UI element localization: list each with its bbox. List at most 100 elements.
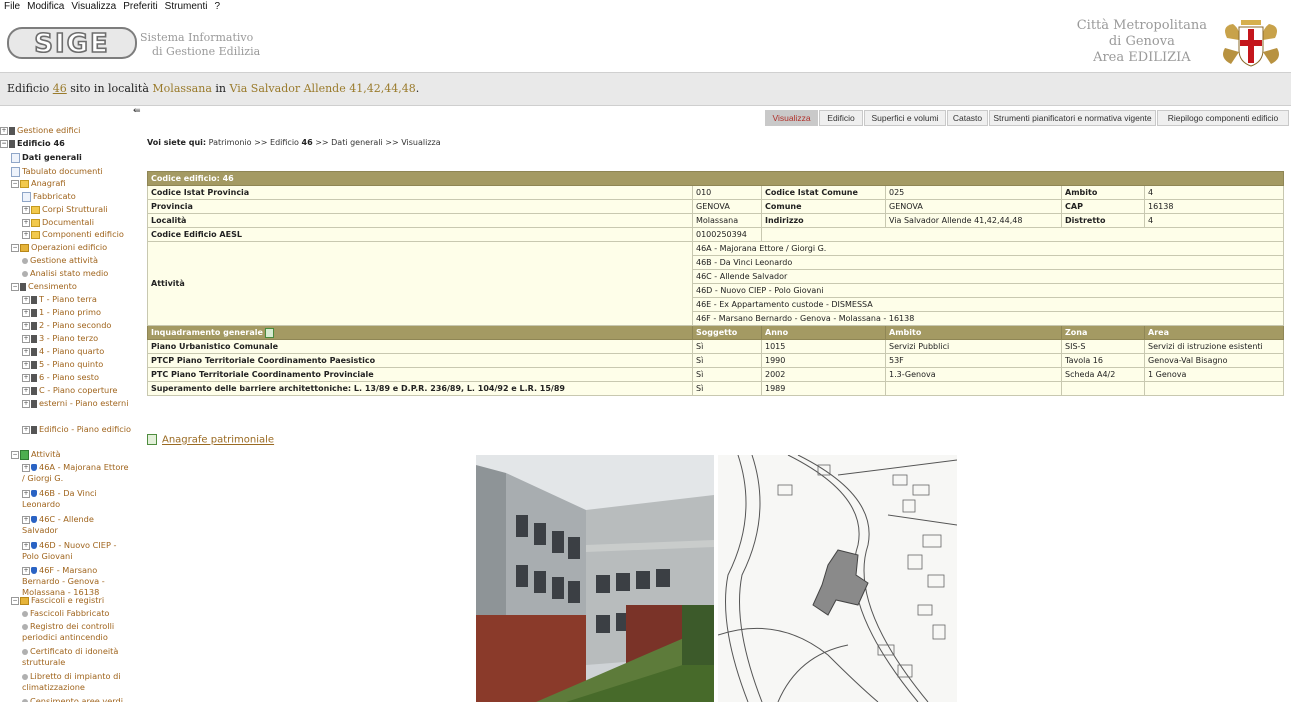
tree-item[interactable]: +46C - Allende Salvador xyxy=(22,514,132,536)
tree-item-label[interactable]: Dati generali xyxy=(22,152,82,162)
tree-item[interactable]: − Edificio 46 xyxy=(0,138,65,149)
expand-icon[interactable]: + xyxy=(22,360,30,369)
collapse-icon[interactable]: − xyxy=(0,139,8,148)
collapse-icon[interactable]: − xyxy=(11,282,19,291)
expand-icon[interactable]: + xyxy=(22,386,30,395)
breadcrumb-rest[interactable]: >> Dati generali >> Visualizza xyxy=(315,138,440,147)
expand-icon[interactable]: + xyxy=(22,308,30,317)
collapse-icon[interactable]: − xyxy=(11,243,19,252)
anagrafe-patrimoniale-link[interactable]: Anagrafe patrimoniale xyxy=(147,434,274,446)
tab-edificio[interactable]: Edificio xyxy=(819,110,863,126)
tree-item-label[interactable]: 2 - Piano secondo xyxy=(39,320,111,330)
tree-item[interactable]: Libretto di impianto di climatizzazione xyxy=(22,671,132,693)
tree-item[interactable]: +46F - Marsano Bernardo - Genova - Molas… xyxy=(22,565,132,598)
tree-item-label[interactable]: 4 - Piano quarto xyxy=(39,346,104,356)
tree-item[interactable]: +2 - Piano secondo xyxy=(22,320,111,331)
tree-item[interactable]: Fascicoli Fabbricato xyxy=(22,608,109,619)
tree-item-label[interactable]: Analisi stato medio xyxy=(30,268,108,278)
tree-item[interactable]: Dati generali xyxy=(11,152,82,163)
tree-item-label[interactable]: Attività xyxy=(31,449,61,459)
tree-item[interactable]: Registro dei controlli periodici antince… xyxy=(22,621,132,643)
expand-icon[interactable]: + xyxy=(22,515,30,524)
tree-item[interactable]: + esterni - Piano esterni xyxy=(22,398,132,409)
tree-item[interactable]: +46A - Majorana Ettore / Giorgi G. xyxy=(22,462,132,484)
tree-item[interactable]: − Attività xyxy=(11,449,61,460)
expand-icon[interactable]: + xyxy=(22,489,30,498)
expand-icon[interactable]: + xyxy=(22,463,30,472)
tree-item[interactable]: + Componenti edificio xyxy=(22,229,124,240)
expand-icon[interactable]: + xyxy=(22,230,30,239)
collapse-icon[interactable]: − xyxy=(11,179,19,188)
tab-riepilogo-componenti[interactable]: Riepilogo componenti edificio xyxy=(1157,110,1289,126)
tree-item-label[interactable]: Componenti edificio xyxy=(42,229,124,239)
tree-item-label[interactable]: Censimento xyxy=(28,281,77,291)
tree-item-label[interactable]: Libretto di impianto di climatizzazione xyxy=(22,671,121,692)
expand-icon[interactable]: + xyxy=(0,126,8,135)
tree-item[interactable]: − Fascicoli e registri xyxy=(11,595,104,606)
tree-item-label[interactable]: Edificio 46 xyxy=(17,138,65,148)
tree-item[interactable]: + Gestione edifici xyxy=(0,125,80,136)
tree-item-label[interactable]: Censimento aree verdi xyxy=(30,696,123,702)
excel-export-icon[interactable] xyxy=(264,327,274,338)
menu-strumenti[interactable]: Strumenti xyxy=(161,0,211,12)
tree-item-label[interactable]: 46A - Majorana Ettore / Giorgi G. xyxy=(22,462,129,483)
tree-item[interactable]: Gestione attività xyxy=(22,255,98,266)
expand-icon[interactable]: + xyxy=(22,334,30,343)
tree-item[interactable]: + C - Piano coperture xyxy=(22,385,117,396)
tree-item-label[interactable]: Tabulato documenti xyxy=(22,166,103,176)
menu-help[interactable]: ? xyxy=(210,0,223,12)
tree-item-label[interactable]: Anagrafi xyxy=(31,178,66,188)
tree-item[interactable]: Censimento aree verdi xyxy=(22,696,123,702)
collapse-sidebar-icon[interactable]: ⇚ xyxy=(133,106,143,116)
expand-icon[interactable]: + xyxy=(22,218,30,227)
tree-item[interactable]: + Documentali xyxy=(22,217,94,228)
tree-item[interactable]: Analisi stato medio xyxy=(22,268,108,279)
tree-item-label[interactable]: C - Piano coperture xyxy=(39,385,117,395)
breadcrumb-path[interactable]: Patrimonio >> Edificio xyxy=(209,138,299,147)
tab-superfici-volumi[interactable]: Superfici e volumi xyxy=(864,110,946,126)
tree-item[interactable]: +46D - Nuovo CIEP - Polo Giovani xyxy=(22,540,132,562)
tree-item-label[interactable]: Certificato di idoneità strutturale xyxy=(22,646,118,667)
tree-item[interactable]: +1 - Piano primo xyxy=(22,307,101,318)
tree-item[interactable]: Fabbricato xyxy=(22,191,76,202)
tree-item[interactable]: +3 - Piano terzo xyxy=(22,333,98,344)
anagrafe-link-label[interactable]: Anagrafe patrimoniale xyxy=(162,435,274,446)
tree-item-label[interactable]: Gestione attività xyxy=(30,255,98,265)
tree-item-label[interactable]: 6 - Piano sesto xyxy=(39,372,99,382)
tree-item[interactable]: +4 - Piano quarto xyxy=(22,346,104,357)
tree-item-label[interactable]: Documentali xyxy=(42,217,94,227)
tree-item-label[interactable]: Fascicoli Fabbricato xyxy=(30,608,109,618)
tree-item-label[interactable]: Edificio - Piano edificio xyxy=(39,424,131,434)
tree-item[interactable]: + T - Piano terra xyxy=(22,294,97,305)
tree-item-label[interactable]: Registro dei controlli periodici antince… xyxy=(22,621,114,642)
expand-icon[interactable]: + xyxy=(22,373,30,382)
tree-item-label[interactable]: Gestione edifici xyxy=(17,125,80,135)
tree-item[interactable]: Certificato di idoneità strutturale xyxy=(22,646,132,668)
tree-item-label[interactable]: 3 - Piano terzo xyxy=(39,333,98,343)
tree-item-label[interactable]: 1 - Piano primo xyxy=(39,307,101,317)
tree-item[interactable]: +6 - Piano sesto xyxy=(22,372,99,383)
tree-item[interactable]: − Operazioni edificio xyxy=(11,242,107,253)
tree-item[interactable]: + Corpi Strutturali xyxy=(22,204,108,215)
tree-item-label[interactable]: Corpi Strutturali xyxy=(42,204,108,214)
tree-item[interactable]: + Edificio - Piano edificio xyxy=(22,424,132,435)
tree-item-label[interactable]: Operazioni edificio xyxy=(31,242,107,252)
expand-icon[interactable]: + xyxy=(22,205,30,214)
building-number-link[interactable]: 46 xyxy=(53,82,67,95)
expand-icon[interactable]: + xyxy=(22,566,30,575)
tree-item-label[interactable]: 5 - Piano quinto xyxy=(39,359,103,369)
collapse-icon[interactable]: − xyxy=(11,596,19,605)
menu-modifica[interactable]: Modifica xyxy=(23,0,67,12)
collapse-icon[interactable]: − xyxy=(11,450,19,459)
expand-icon[interactable]: + xyxy=(22,295,30,304)
expand-icon[interactable]: + xyxy=(22,321,30,330)
menu-file[interactable]: File xyxy=(0,0,23,12)
expand-icon[interactable]: + xyxy=(22,347,30,356)
tree-item-label[interactable]: Fabbricato xyxy=(33,191,76,201)
tree-item[interactable]: Tabulato documenti xyxy=(11,166,103,177)
tree-item-label[interactable]: T - Piano terra xyxy=(39,294,97,304)
tree-item[interactable]: +46B - Da Vinci Leonardo xyxy=(22,488,132,510)
expand-icon[interactable]: + xyxy=(22,399,30,408)
tree-item-label[interactable]: esterni - Piano esterni xyxy=(39,398,128,408)
expand-icon[interactable]: + xyxy=(22,425,30,434)
